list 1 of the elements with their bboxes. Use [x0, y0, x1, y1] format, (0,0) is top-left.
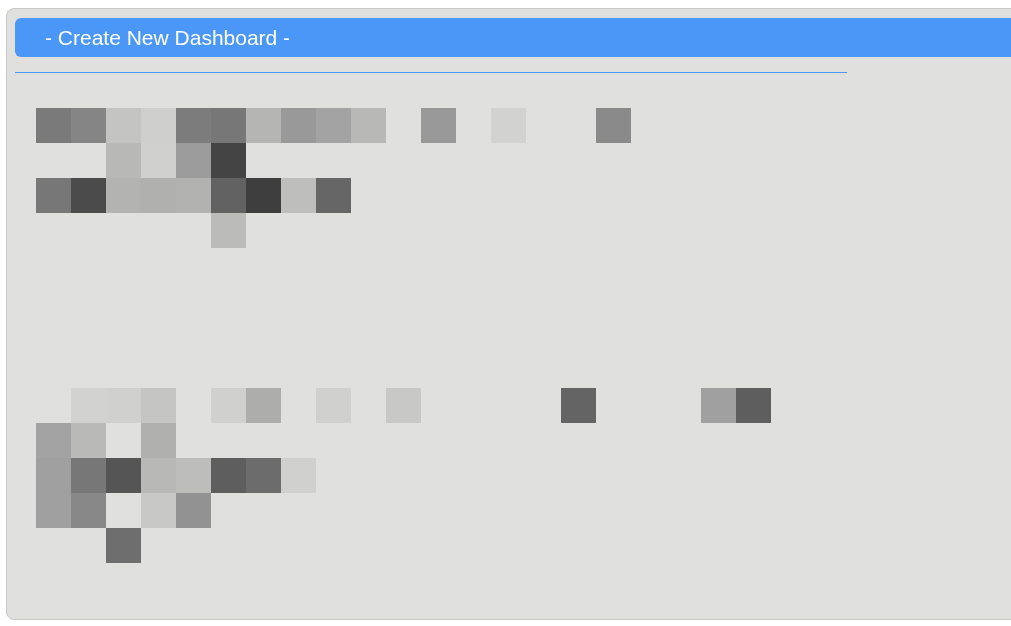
- menu-item[interactable]: - Create New Dashboard -: [15, 18, 1011, 57]
